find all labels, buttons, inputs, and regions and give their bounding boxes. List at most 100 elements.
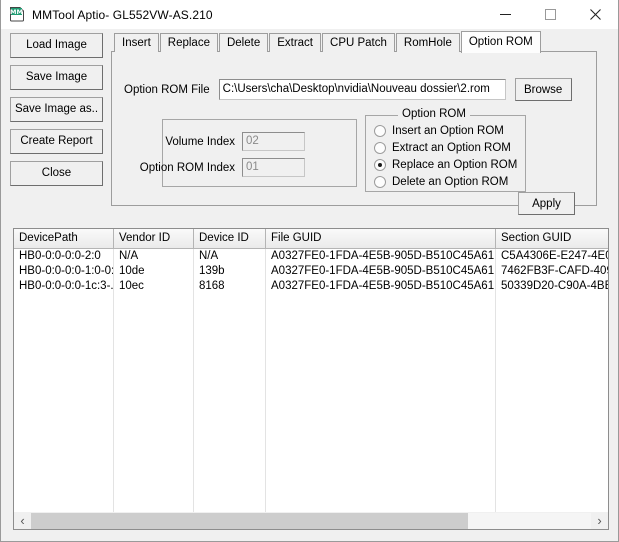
cell-devicepath: HB0-0:0-0:0-1c:3-... xyxy=(14,279,114,294)
cell-empty xyxy=(14,309,114,324)
table-row-empty[interactable] xyxy=(14,324,608,339)
cell-empty xyxy=(14,399,114,414)
table-row-empty[interactable] xyxy=(14,459,608,474)
grid-horizontal-scrollbar[interactable]: ‹ › xyxy=(13,512,609,530)
cell-empty xyxy=(14,459,114,474)
cell-vendor-id: 10de xyxy=(114,264,194,279)
radio-replace-option-rom[interactable]: Replace an Option ROM xyxy=(374,159,517,171)
save-image-as-button[interactable]: Save Image as.. xyxy=(10,97,103,122)
cell-empty xyxy=(194,294,266,309)
table-row-empty[interactable] xyxy=(14,399,608,414)
radio-extract-label: Extract an Option ROM xyxy=(392,142,511,154)
radio-circle-icon xyxy=(374,176,386,188)
svg-text:MM: MM xyxy=(10,8,23,16)
apply-button[interactable]: Apply xyxy=(518,192,575,215)
cell-empty xyxy=(266,324,496,339)
table-row[interactable]: HB0-0:0-0:0-1:0-0:0 10de 139b A0327FE0-1… xyxy=(14,264,608,279)
radio-extract-option-rom[interactable]: Extract an Option ROM xyxy=(374,142,511,154)
volume-index-field: 02 xyxy=(242,132,305,151)
load-image-button[interactable]: Load Image xyxy=(10,33,103,58)
tab-replace[interactable]: Replace xyxy=(159,33,218,52)
cell-empty xyxy=(14,354,114,369)
table-row-empty[interactable] xyxy=(14,294,608,309)
close-window-button[interactable] xyxy=(573,0,618,29)
cell-empty xyxy=(194,384,266,399)
tab-control: Insert Replace Delete Extract CPU Patch … xyxy=(111,31,597,215)
radio-insert-option-rom[interactable]: Insert an Option ROM xyxy=(374,125,504,137)
table-row-empty[interactable] xyxy=(14,444,608,459)
mmtool-app-icon: MM xyxy=(9,6,25,23)
tab-strip: Insert Replace Delete Extract CPU Patch … xyxy=(114,31,542,53)
table-row-empty[interactable] xyxy=(14,474,608,489)
radio-circle-icon xyxy=(374,142,386,154)
cell-empty xyxy=(114,474,194,489)
option-rom-file-input[interactable]: C:\Users\cha\Desktop\nvidia\Nouveau doss… xyxy=(218,79,506,100)
column-header-device-id[interactable]: Device ID xyxy=(194,229,266,248)
table-row-empty[interactable] xyxy=(14,354,608,369)
scrollbar-track[interactable] xyxy=(31,512,591,529)
tab-option-rom[interactable]: Option ROM xyxy=(460,31,541,53)
radio-replace-label: Replace an Option ROM xyxy=(392,159,518,171)
cell-devicepath: HB0-0:0-0:0-2:0 xyxy=(14,249,114,264)
cell-empty xyxy=(114,354,194,369)
cell-device-id: N/A xyxy=(194,249,266,264)
cell-empty xyxy=(14,369,114,384)
table-row-empty[interactable] xyxy=(14,339,608,354)
table-row-empty[interactable] xyxy=(14,414,608,429)
table-row[interactable]: HB0-0:0-0:0-1c:3-... 10ec 8168 A0327FE0-… xyxy=(14,279,608,294)
cell-empty xyxy=(496,429,608,444)
minimize-button[interactable] xyxy=(483,0,528,29)
cell-empty xyxy=(266,309,496,324)
table-row-empty[interactable] xyxy=(14,369,608,384)
column-header-section-guid[interactable]: Section GUID xyxy=(496,229,608,248)
table-row-empty[interactable] xyxy=(14,384,608,399)
column-header-file-guid[interactable]: File GUID xyxy=(266,229,496,248)
volume-index-row: Volume Index 02 xyxy=(127,132,305,151)
scroll-right-arrow-icon[interactable]: › xyxy=(591,513,608,529)
column-header-devicepath[interactable]: DevicePath xyxy=(14,229,114,248)
table-row-empty[interactable] xyxy=(14,309,608,324)
table-row[interactable]: HB0-0:0-0:0-2:0 N/A N/A A0327FE0-1FDA-4E… xyxy=(14,249,608,264)
cell-empty xyxy=(114,324,194,339)
device-grid[interactable]: DevicePath Vendor ID Device ID File GUID… xyxy=(13,228,609,525)
cell-empty xyxy=(496,309,608,324)
browse-button[interactable]: Browse xyxy=(514,78,572,101)
tab-romhole[interactable]: RomHole xyxy=(395,33,460,52)
cell-empty xyxy=(114,309,194,324)
cell-devicepath: HB0-0:0-0:0-1:0-0:0 xyxy=(14,264,114,279)
cell-section-guid: 50339D20-C90A-4BE xyxy=(501,280,608,292)
option-rom-index-field: 01 xyxy=(242,158,305,177)
cell-empty xyxy=(194,399,266,414)
radio-insert-label: Insert an Option ROM xyxy=(392,125,504,137)
tab-extract[interactable]: Extract xyxy=(269,33,322,52)
cell-empty xyxy=(496,294,608,309)
radio-delete-option-rom[interactable]: Delete an Option ROM xyxy=(374,176,508,188)
cell-empty xyxy=(14,339,114,354)
column-header-vendor-id[interactable]: Vendor ID xyxy=(114,229,194,248)
option-rom-panel: Option ROM File C:\Users\cha\Desktop\nvi… xyxy=(111,51,597,215)
table-row-empty[interactable] xyxy=(14,429,608,444)
cell-empty xyxy=(114,294,194,309)
scrollbar-thumb[interactable] xyxy=(31,512,468,529)
tab-delete[interactable]: Delete xyxy=(218,33,269,52)
scroll-left-arrow-icon[interactable]: ‹ xyxy=(14,513,31,529)
close-button[interactable]: Close xyxy=(10,161,103,186)
cell-empty xyxy=(14,324,114,339)
grid-empty-rows xyxy=(14,294,608,519)
tab-cpu-patch[interactable]: CPU Patch xyxy=(322,33,395,52)
cell-empty xyxy=(266,384,496,399)
cell-empty xyxy=(496,339,608,354)
table-row-empty[interactable] xyxy=(14,489,608,504)
save-image-button[interactable]: Save Image xyxy=(10,65,103,90)
tab-insert[interactable]: Insert xyxy=(114,33,159,52)
cell-empty xyxy=(266,399,496,414)
cell-empty xyxy=(266,339,496,354)
create-report-button[interactable]: Create Report xyxy=(10,129,103,154)
grid-header-row: DevicePath Vendor ID Device ID File GUID… xyxy=(14,229,608,249)
maximize-button[interactable] xyxy=(528,0,573,29)
cell-empty xyxy=(496,369,608,384)
cell-empty xyxy=(114,429,194,444)
cell-empty xyxy=(114,339,194,354)
cell-section-guid: C5A4306E-E247-4E0 xyxy=(501,250,608,262)
cell-empty xyxy=(114,399,194,414)
